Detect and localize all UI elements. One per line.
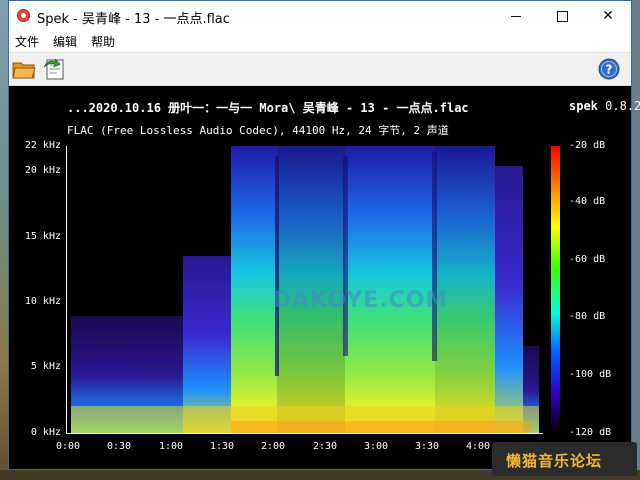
db-tick-label: -60 dB <box>569 254 606 265</box>
x-tick-label: 0:00 <box>56 441 81 452</box>
maximize-button[interactable] <box>539 1 585 31</box>
menu-edit[interactable]: 编辑 <box>53 33 77 50</box>
minimize-icon <box>511 15 521 17</box>
file-title: ...2020.10.16 册叶一：一与一 Mora\ 吴青峰 - 13 - 一… <box>67 101 469 115</box>
open-file-button[interactable] <box>12 57 36 81</box>
x-tick-label: 1:00 <box>159 441 184 452</box>
desktop-background-left <box>0 0 8 480</box>
file-info: FLAC (Free Lossless Audio Codec), 44100 … <box>67 124 449 137</box>
menu-file[interactable]: 文件 <box>15 33 39 50</box>
x-axis-line <box>66 433 543 434</box>
title-bar[interactable]: Spek - 吴青峰 - 13 - 一点点.flac ✕ <box>9 1 631 31</box>
help-icon: ? <box>598 58 620 80</box>
db-tick-label: -40 dB <box>569 196 606 207</box>
x-tick-label: 1:30 <box>210 441 235 452</box>
x-tick-label: 3:30 <box>415 441 440 452</box>
menu-bar: 文件 编辑 帮助 <box>9 31 631 53</box>
watermark-text: DAKOYE.COM <box>273 288 449 313</box>
help-button[interactable]: ? <box>598 58 620 80</box>
x-tick-label: 4:00 <box>466 441 491 452</box>
spectrogram-image: DAKOYE.COM <box>67 146 542 433</box>
db-tick-label: -80 dB <box>569 311 606 322</box>
svg-text:?: ? <box>606 63 613 77</box>
y-tick-label: 10 kHz <box>24 296 61 307</box>
close-button[interactable]: ✕ <box>585 1 631 31</box>
db-color-scale <box>551 146 560 433</box>
y-tick-label: 0 kHz <box>30 427 61 438</box>
db-tick-label: -120 dB <box>569 427 612 438</box>
window-title: Spek - 吴青峰 - 13 - 一点点.flac <box>37 12 230 27</box>
y-tick-label: 5 kHz <box>30 361 61 372</box>
y-tick-label: 22 kHz <box>24 140 61 151</box>
db-tick-label: -100 dB <box>569 369 612 380</box>
y-axis-line <box>66 146 67 434</box>
menu-help[interactable]: 帮助 <box>91 33 115 50</box>
x-tick-label: 0:30 <box>107 441 132 452</box>
brand-text: 懒猫音乐论坛 <box>506 452 603 470</box>
db-tick-label: -20 dB <box>569 140 606 151</box>
minimize-button[interactable] <box>493 1 539 31</box>
y-tick-label: 15 kHz <box>24 231 61 242</box>
x-tick-label: 3:00 <box>364 441 389 452</box>
spectrogram-panel: ...2020.10.16 册叶一：一与一 Mora\ 吴青峰 - 13 - 一… <box>9 86 640 469</box>
app-version-label: spek 0.8.2 <box>569 99 640 113</box>
forum-brand-badge: 懒猫音乐论坛 <box>492 442 637 476</box>
maximize-icon <box>556 10 568 22</box>
spek-window: Spek - 吴青峰 - 13 - 一点点.flac ✕ 文件 编辑 帮助 ? … <box>8 0 640 470</box>
save-icon <box>43 58 64 80</box>
close-icon: ✕ <box>602 8 614 24</box>
app-version: 0.8.2 <box>605 99 640 113</box>
app-name: spek <box>569 99 598 113</box>
x-tick-label: 2:00 <box>261 441 286 452</box>
toolbar: ? <box>9 53 631 86</box>
x-tick-label: 2:30 <box>313 441 338 452</box>
y-tick-label: 20 kHz <box>24 165 61 176</box>
folder-open-icon <box>12 62 36 79</box>
spek-app-icon <box>17 9 30 22</box>
save-image-button[interactable] <box>42 57 66 81</box>
